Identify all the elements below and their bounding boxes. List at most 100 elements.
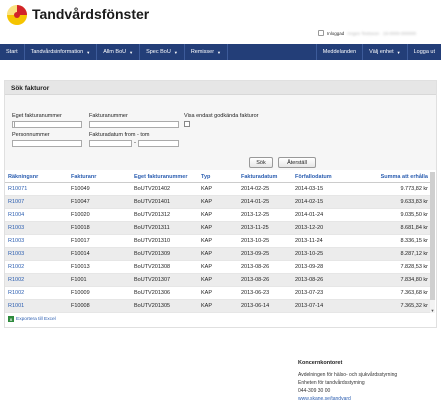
cell-fakturanr: F10018 (68, 221, 131, 235)
invoice-date-to-input[interactable] (138, 140, 179, 147)
cell-forfallodatum: 2013-09-28 (292, 260, 352, 274)
footer-line: Enheten för tandvårdsstyrning (298, 380, 365, 386)
cell-fakturanr: F10014 (68, 247, 131, 261)
cell-forfallodatum: 2013-10-25 (292, 247, 352, 261)
nav-valj-enhet[interactable]: Välj enhet ▼ (362, 44, 406, 60)
approved-only-checkbox[interactable] (184, 121, 190, 127)
nav-tandvardsinformation[interactable]: Tandvårdsinformation ▼ (25, 44, 98, 60)
cell-rakningsnr[interactable]: R1002 (5, 273, 68, 287)
search-button[interactable]: Sök (249, 157, 273, 168)
own-invoice-input[interactable]: | (12, 121, 82, 128)
scrollbar-thumb[interactable] (430, 172, 435, 300)
col-typ[interactable]: Typ (198, 172, 238, 183)
nav-start[interactable]: Start (0, 44, 25, 60)
cell-rakningsnr[interactable]: R10071 (5, 182, 68, 196)
cell-rakningsnr[interactable]: R1002 (5, 286, 68, 300)
caret-down-icon: ▼ (217, 49, 222, 55)
app-title: Tandvårdsfönster (32, 6, 150, 22)
cell-typ: KAP (198, 273, 238, 287)
table-row: R1002 F10009 BoUTV201306 KAP 2013-06-23 … (5, 286, 431, 300)
cell-rakningsnr[interactable]: R1003 (5, 221, 68, 235)
cell-fakturanr: F10047 (68, 195, 131, 209)
personal-number-label: Personnummer (12, 132, 50, 138)
own-invoice-label: Eget fakturanummer (12, 113, 62, 119)
cell-summa: 8.287,12 kr (352, 247, 431, 261)
nav-logga-ut-label: Logga ut (413, 49, 435, 55)
col-forfallodatum[interactable]: Förfallodatum (292, 172, 352, 183)
col-summa[interactable]: Summa att erhålla (352, 172, 431, 183)
nav-spec-bou[interactable]: Spec BoU ▼ (140, 44, 185, 60)
cell-typ: KAP (198, 221, 238, 235)
cell-typ: KAP (198, 247, 238, 261)
table-row: R1007 F10047 BoUTV201401 KAP 2014-01-25 … (5, 195, 431, 209)
cell-forfallodatum: 2013-12-20 (292, 221, 352, 235)
cell-eget: BoUTV201401 (131, 195, 198, 209)
cell-summa: 8.681,84 kr (352, 221, 431, 235)
nav-remisser[interactable]: Remisser ▼ (185, 44, 229, 60)
main-navbar: Start Tandvårdsinformation ▼ Allm BoU ▼ Sp… (0, 44, 441, 60)
footer-website-link[interactable]: www.skane.se/tandvard (298, 396, 351, 402)
table-row: R1002 F1001 BoUTV201307 KAP 2013-08-26 2… (5, 273, 431, 287)
col-fakturanr[interactable]: Fakturanr (68, 172, 131, 183)
cell-typ: KAP (198, 286, 238, 300)
cell-summa: 8.336,15 kr (352, 234, 431, 248)
personal-number-input[interactable] (12, 140, 82, 147)
col-fakturadatum[interactable]: Fakturadatum (238, 172, 292, 183)
cell-rakningsnr[interactable]: R1001 (5, 299, 68, 313)
invoice-search-panel: Sök fakturor Eget fakturanummer | Faktur… (4, 80, 437, 328)
cell-forfallodatum: 2013-07-14 (292, 299, 352, 313)
cell-typ: KAP (198, 182, 238, 196)
cell-eget: BoUTV201312 (131, 208, 198, 222)
cell-rakningsnr[interactable]: R1007 (5, 195, 68, 209)
cell-forfallodatum: 2014-03-15 (292, 182, 352, 196)
cell-rakningsnr[interactable]: R1002 (5, 260, 68, 274)
table-row: R1003 F10018 BoUTV201311 KAP 2013-11-25 … (5, 221, 431, 235)
cell-rakningsnr[interactable]: R1003 (5, 247, 68, 261)
cell-summa: 7.363,68 kr (352, 286, 431, 300)
export-excel-label: Exportera till Excel (16, 316, 56, 322)
cell-forfallodatum: 2014-01-24 (292, 208, 352, 222)
cell-fakturanr: F10049 (68, 182, 131, 196)
cell-rakningsnr[interactable]: R1003 (5, 234, 68, 248)
export-excel-link[interactable]: X Exportera till Excel (8, 316, 56, 322)
cell-fakturadatum: 2013-06-14 (238, 299, 292, 313)
cell-typ: KAP (198, 260, 238, 274)
footer-title: Koncernkontoret (298, 360, 343, 366)
table-row: R1003 F10017 BoUTV201310 KAP 2013-10-25 … (5, 234, 431, 248)
cell-typ: KAP (198, 208, 238, 222)
cell-fakturadatum: 2013-11-25 (238, 221, 292, 235)
nav-remisser-label: Remisser (190, 49, 215, 55)
user-info: Inloggad Anges Testsson · 19-0000-000000 (318, 30, 416, 36)
cell-rakningsnr[interactable]: R1004 (5, 208, 68, 222)
user-label: Inloggad (327, 30, 345, 36)
cell-summa: 9.633,83 kr (352, 195, 431, 209)
nav-allm-bou[interactable]: Allm BoU ▼ (97, 44, 141, 60)
caret-down-icon: ▼ (129, 49, 134, 55)
nav-valj-enhet-label: Välj enhet (369, 49, 394, 55)
nav-spec-bou-label: Spec BoU (146, 49, 171, 55)
cell-forfallodatum: 2013-07-23 (292, 286, 352, 300)
reset-button[interactable]: Återställ (278, 157, 316, 168)
cell-fakturanr: F10008 (68, 299, 131, 313)
footer-line: 044-309 30 00 (298, 388, 331, 394)
invoice-table-wrapper: Räkningsnr Fakturanr Eget fakturanummer … (5, 172, 436, 313)
col-rakningsnr[interactable]: Räkningsnr (5, 172, 68, 183)
nav-logga-ut[interactable]: Logga ut (406, 44, 441, 60)
cell-typ: KAP (198, 195, 238, 209)
cell-summa: 9.773,82 kr (352, 182, 431, 196)
nav-meddelanden-label: Meddelanden (322, 49, 357, 55)
table-scrollbar[interactable]: ▼ (430, 172, 435, 313)
invoice-date-from-input[interactable] (89, 140, 132, 147)
cell-eget: BoUTV201308 (131, 260, 198, 274)
cell-fakturadatum: 2013-10-25 (238, 234, 292, 248)
nav-meddelanden[interactable]: Meddelanden (315, 44, 362, 60)
cell-eget: BoUTV201305 (131, 299, 198, 313)
invoice-number-input[interactable] (89, 121, 179, 128)
scroll-down-arrow-icon[interactable]: ▼ (430, 308, 435, 313)
user-icon (318, 30, 324, 36)
cell-eget: BoUTV201307 (131, 273, 198, 287)
invoice-date-label: Fakturadatum from - tom (89, 132, 150, 138)
col-eget-fakturanummer[interactable]: Eget fakturanummer (131, 172, 198, 183)
cell-summa: 7.828,53 kr (352, 260, 431, 274)
footer: Koncernkontoret Avdelningen för hälso- o… (0, 350, 441, 413)
